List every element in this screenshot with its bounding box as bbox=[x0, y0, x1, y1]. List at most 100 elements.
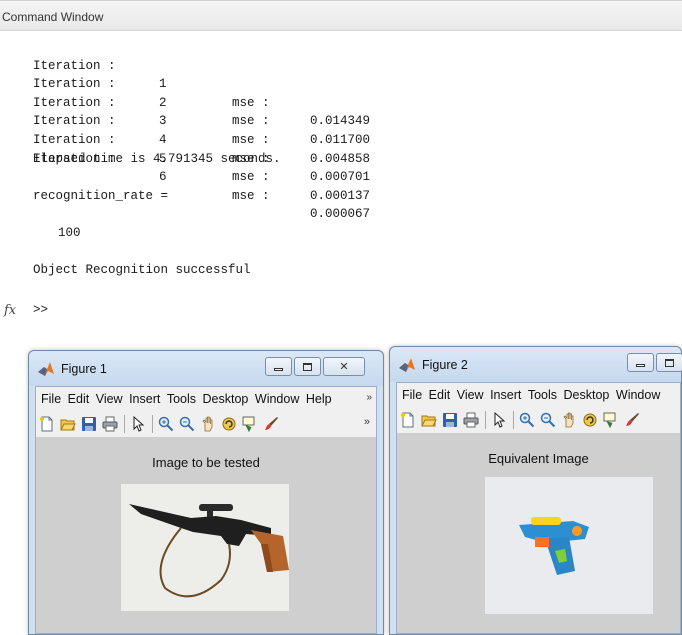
minimize-button[interactable] bbox=[627, 353, 654, 372]
menu-tools[interactable]: Tools bbox=[167, 392, 196, 406]
arrow-icon[interactable] bbox=[130, 416, 146, 432]
zoom-in-icon[interactable] bbox=[519, 412, 535, 428]
figure-2-title: Figure 2 bbox=[422, 358, 468, 372]
minimize-icon bbox=[636, 364, 645, 367]
iteration-label: Iteration : bbox=[33, 151, 116, 166]
new-figure-icon[interactable] bbox=[400, 412, 416, 428]
output-line: Iteration : 1 mse : 0.014349 bbox=[33, 38, 370, 129]
menu-edit[interactable]: Edit bbox=[68, 392, 90, 406]
figure-1-client: File Edit View Insert Tools Desktop Wind… bbox=[35, 386, 377, 634]
brush-icon[interactable] bbox=[263, 416, 279, 432]
menu-view[interactable]: View bbox=[96, 392, 123, 406]
rotate-icon[interactable] bbox=[221, 416, 237, 432]
maximize-button[interactable] bbox=[656, 353, 682, 372]
output-line: Iteration : 6 mse : 0.000067 bbox=[33, 131, 370, 222]
figure-2-titlebar[interactable]: Figure 2 bbox=[390, 347, 682, 382]
menu-window[interactable]: Window bbox=[616, 388, 660, 402]
zoom-in-icon[interactable] bbox=[158, 416, 174, 432]
figure-2-window[interactable]: Figure 2 File Edit View Insert Tools Des… bbox=[389, 346, 682, 635]
iteration-number: 6 bbox=[159, 170, 167, 185]
figure-1-toolbar: » bbox=[36, 411, 376, 438]
figure-2-client: File Edit View Insert Tools Desktop Wind… bbox=[396, 382, 681, 634]
mse-value: 0.000137 bbox=[310, 188, 371, 203]
figure-1-canvas: Image to be tested bbox=[36, 438, 376, 633]
function-browser-icon[interactable]: fx bbox=[4, 303, 16, 318]
save-icon[interactable] bbox=[442, 412, 458, 428]
mse-value: 0.011700 bbox=[310, 132, 371, 147]
print-icon[interactable] bbox=[102, 416, 118, 432]
menu-desktop[interactable]: Desktop bbox=[564, 388, 610, 402]
matlab-logo-icon bbox=[399, 358, 415, 372]
close-button[interactable]: ✕ bbox=[323, 357, 365, 376]
command-prompt[interactable]: >> bbox=[33, 303, 48, 317]
figure-1-titlebar[interactable]: Figure 1 ✕ bbox=[29, 351, 383, 386]
variable-value-line: 100 bbox=[58, 225, 81, 240]
figure-2-menubar: File Edit View Insert Tools Desktop Wind… bbox=[397, 383, 680, 407]
menu-edit[interactable]: Edit bbox=[429, 388, 451, 402]
data-cursor-icon[interactable] bbox=[242, 416, 258, 432]
brush-icon[interactable] bbox=[624, 412, 640, 428]
pan-icon[interactable] bbox=[561, 412, 577, 428]
zoom-out-icon[interactable] bbox=[540, 412, 556, 428]
data-cursor-icon[interactable] bbox=[603, 412, 619, 428]
mse-value: 0.004858 bbox=[310, 151, 371, 166]
command-window-header: Command Window bbox=[0, 0, 682, 31]
menu-insert[interactable]: Insert bbox=[129, 392, 160, 406]
output-line: Iteration : 4 mse : 0.000701 bbox=[33, 94, 370, 184]
maximize-icon bbox=[665, 358, 674, 367]
rifle-toy-photo bbox=[121, 484, 289, 611]
mse-value: 0.014349 bbox=[310, 114, 371, 129]
window-controls: ✕ bbox=[265, 357, 367, 376]
figure-2-canvas: Equivalent Image bbox=[397, 434, 680, 633]
toolbar-separator bbox=[485, 411, 486, 429]
menu-help[interactable]: Help bbox=[306, 392, 332, 406]
figure-1-title: Figure 1 bbox=[61, 362, 107, 376]
menu-file[interactable]: File bbox=[41, 392, 61, 406]
mse-label: mse : bbox=[232, 188, 270, 203]
output-line: Iteration : 2 mse : 0.011700 bbox=[33, 57, 370, 147]
toolbar-separator bbox=[152, 415, 153, 433]
window-controls bbox=[627, 353, 682, 372]
print-icon[interactable] bbox=[463, 412, 479, 428]
mse-label: mse : bbox=[232, 170, 270, 185]
rotate-icon[interactable] bbox=[582, 412, 598, 428]
toolbar-separator bbox=[124, 415, 125, 433]
iteration-number: 5 bbox=[159, 151, 167, 166]
minimize-button[interactable] bbox=[265, 357, 292, 376]
minimize-icon bbox=[274, 368, 283, 371]
figure-1-menubar: File Edit View Insert Tools Desktop Wind… bbox=[36, 387, 376, 411]
menu-desktop[interactable]: Desktop bbox=[203, 392, 249, 406]
open-file-icon[interactable] bbox=[60, 416, 76, 432]
command-output: Iteration : 1 mse : 0.014349 Iteration :… bbox=[33, 38, 370, 280]
axes-title: Image to be tested bbox=[152, 455, 260, 470]
mse-label: mse : bbox=[232, 151, 270, 166]
maximize-button[interactable] bbox=[294, 357, 321, 376]
matlab-logo-icon bbox=[38, 362, 54, 376]
pan-icon[interactable] bbox=[200, 416, 216, 432]
arrow-icon[interactable] bbox=[491, 412, 507, 428]
save-icon[interactable] bbox=[81, 416, 97, 432]
output-line: Iteration : 5 mse : 0.000137 bbox=[33, 112, 370, 203]
figure-1-window[interactable]: Figure 1 ✕ File Edit View Insert Tools D… bbox=[28, 350, 384, 635]
toolbar-overflow-icon[interactable]: » bbox=[364, 416, 370, 428]
menu-view[interactable]: View bbox=[457, 388, 484, 402]
open-file-icon[interactable] bbox=[421, 412, 437, 428]
water-gun-toy-photo bbox=[485, 477, 653, 614]
menu-file[interactable]: File bbox=[402, 388, 422, 402]
figure-2-toolbar bbox=[397, 407, 680, 434]
zoom-out-icon[interactable] bbox=[179, 416, 195, 432]
menu-tools[interactable]: Tools bbox=[528, 388, 557, 402]
menu-insert[interactable]: Insert bbox=[490, 388, 521, 402]
mse-value: 0.000067 bbox=[310, 207, 371, 222]
result-line: Object Recognition successful bbox=[33, 263, 251, 278]
mse-value: 0.000701 bbox=[310, 170, 371, 185]
menu-window[interactable]: Window bbox=[255, 392, 299, 406]
output-line: Iteration : 3 mse : 0.004858 bbox=[33, 75, 370, 166]
new-figure-icon[interactable] bbox=[39, 416, 55, 432]
menu-overflow-icon[interactable]: » bbox=[366, 392, 372, 403]
close-icon: ✕ bbox=[339, 360, 349, 373]
maximize-icon bbox=[303, 362, 312, 371]
axes-title: Equivalent Image bbox=[488, 451, 589, 466]
